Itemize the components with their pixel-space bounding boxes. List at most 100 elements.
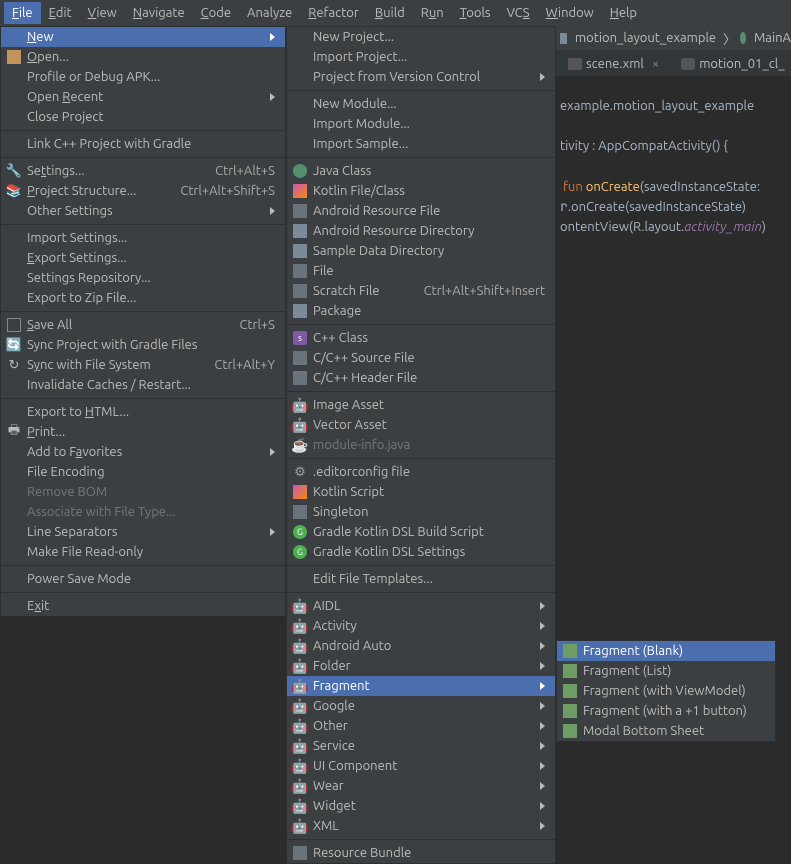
- file-settings-repo[interactable]: Settings Repository...: [1, 268, 285, 288]
- new-other[interactable]: 🤖Other: [287, 716, 555, 736]
- file-sync-gradle[interactable]: 🔄Sync Project with Gradle Files: [1, 335, 285, 355]
- file-exit[interactable]: Exit: [1, 596, 285, 616]
- new-xml[interactable]: 🤖XML: [287, 816, 555, 836]
- file-other-settings[interactable]: Other Settings: [1, 201, 285, 221]
- crumb-folder[interactable]: motion_layout_example: [575, 31, 716, 45]
- new-import-module[interactable]: Import Module...: [287, 114, 555, 134]
- close-icon[interactable]: ×: [652, 57, 659, 71]
- file-add-favorites[interactable]: Add to Favorites: [1, 442, 285, 462]
- fragment-viewmodel[interactable]: Fragment (with ViewModel): [557, 681, 775, 701]
- new-editorconfig[interactable]: ⚙.editorconfig file: [287, 462, 555, 482]
- new-kotlin-file[interactable]: Kotlin File/Class: [287, 181, 555, 201]
- android-icon: 🤖: [293, 699, 307, 713]
- android-icon: 🤖: [293, 739, 307, 753]
- new-java-class[interactable]: Java Class: [287, 161, 555, 181]
- file-export-zip[interactable]: Export to Zip File...: [1, 288, 285, 308]
- file-link-cpp[interactable]: Link C++ Project with Gradle: [1, 134, 285, 154]
- file-encoding[interactable]: File Encoding: [1, 462, 285, 482]
- new-package[interactable]: Package: [287, 301, 555, 321]
- new-cpp-header[interactable]: C/C++ Header File: [287, 368, 555, 388]
- file-print[interactable]: 🖶Print...: [1, 422, 285, 442]
- new-fragment[interactable]: 🤖Fragment: [287, 676, 555, 696]
- new-scratch[interactable]: Scratch FileCtrl+Alt+Shift+Insert: [287, 281, 555, 301]
- new-image-asset[interactable]: 🤖Image Asset: [287, 395, 555, 415]
- new-file[interactable]: File: [287, 261, 555, 281]
- new-project[interactable]: New Project...: [287, 27, 555, 47]
- file-power-save[interactable]: Power Save Mode: [1, 569, 285, 589]
- new-vector-asset[interactable]: 🤖Vector Asset: [287, 415, 555, 435]
- file-open-recent[interactable]: Open Recent: [1, 87, 285, 107]
- new-import-sample[interactable]: Import Sample...: [287, 134, 555, 154]
- new-google[interactable]: 🤖Google: [287, 696, 555, 716]
- menu-run[interactable]: Run: [413, 2, 452, 24]
- menu-vcs[interactable]: VCS: [499, 2, 538, 24]
- menu-tools[interactable]: Tools: [452, 2, 499, 24]
- code-editor[interactable]: example.motion_layout_example tivity : A…: [560, 76, 791, 237]
- new-cpp-class[interactable]: sC++ Class: [287, 328, 555, 348]
- kotlin-icon: [293, 184, 307, 198]
- fragment-plus1[interactable]: Fragment (with a +1 button): [557, 701, 775, 721]
- file-settings[interactable]: 🔧Settings...Ctrl+Alt+S: [1, 161, 285, 181]
- file-icon: [293, 505, 307, 519]
- new-android-res-dir[interactable]: Android Resource Directory: [287, 221, 555, 241]
- file-line-separators[interactable]: Line Separators: [1, 522, 285, 542]
- new-import-project[interactable]: Import Project...: [287, 47, 555, 67]
- new-kotlin-script[interactable]: Kotlin Script: [287, 482, 555, 502]
- menu-edit[interactable]: Edit: [41, 2, 80, 24]
- new-edit-templates[interactable]: Edit File Templates...: [287, 569, 555, 589]
- file-readonly[interactable]: Make File Read-only: [1, 542, 285, 562]
- new-resource-bundle[interactable]: Resource Bundle: [287, 843, 555, 863]
- file-export-settings[interactable]: Export Settings...: [1, 248, 285, 268]
- file-remove-bom: Remove BOM: [1, 482, 285, 502]
- menu-refactor[interactable]: Refactor: [300, 2, 367, 24]
- fragment-icon: [563, 724, 577, 738]
- menu-view[interactable]: View: [80, 2, 125, 24]
- new-from-vcs[interactable]: Project from Version Control: [287, 67, 555, 87]
- file-invalidate-caches[interactable]: Invalidate Caches / Restart...: [1, 375, 285, 395]
- new-cpp-source[interactable]: C/C++ Source File: [287, 348, 555, 368]
- new-widget[interactable]: 🤖Widget: [287, 796, 555, 816]
- fragment-list[interactable]: Fragment (List): [557, 661, 775, 681]
- new-sample-data-dir[interactable]: Sample Data Directory: [287, 241, 555, 261]
- file-save-all[interactable]: Save AllCtrl+S: [1, 315, 285, 335]
- new-activity[interactable]: 🤖Activity: [287, 616, 555, 636]
- file-profile-apk[interactable]: Profile or Debug APK...: [1, 67, 285, 87]
- new-service[interactable]: 🤖Service: [287, 736, 555, 756]
- menu-help[interactable]: Help: [602, 2, 645, 24]
- file-import-settings[interactable]: Import Settings...: [1, 228, 285, 248]
- android-icon: 🤖: [293, 619, 307, 633]
- new-android-res-file[interactable]: Android Resource File: [287, 201, 555, 221]
- fragment-modal-bottom[interactable]: Modal Bottom Sheet: [557, 721, 775, 741]
- new-gradle-settings[interactable]: GGradle Kotlin DSL Settings: [287, 542, 555, 562]
- file-icon: [293, 204, 307, 218]
- new-aidl[interactable]: 🤖AIDL: [287, 596, 555, 616]
- crumb-class[interactable]: MainA: [754, 31, 791, 45]
- android-icon: 🤖: [293, 679, 307, 693]
- menu-navigate[interactable]: Navigate: [125, 2, 193, 24]
- menu-analyze[interactable]: Analyze: [239, 2, 300, 24]
- new-module[interactable]: New Module...: [287, 94, 555, 114]
- fragment-blank[interactable]: Fragment (Blank): [557, 641, 775, 661]
- file-close-project[interactable]: Close Project: [1, 107, 285, 127]
- file-project-structure[interactable]: 📚Project Structure...Ctrl+Alt+Shift+S: [1, 181, 285, 201]
- sync-icon: 🔄: [7, 338, 21, 352]
- file-icon: [293, 351, 307, 365]
- menu-build[interactable]: Build: [367, 2, 413, 24]
- new-wear[interactable]: 🤖Wear: [287, 776, 555, 796]
- file-new[interactable]: New: [1, 27, 285, 47]
- android-icon: 🤖: [293, 639, 307, 653]
- menu-code[interactable]: Code: [193, 2, 239, 24]
- file-sync-fs[interactable]: ↻Sync with File SystemCtrl+Alt+Y: [1, 355, 285, 375]
- new-singleton[interactable]: Singleton: [287, 502, 555, 522]
- tab-motion[interactable]: motion_01_cl_: [673, 50, 791, 76]
- menu-file[interactable]: File: [4, 2, 41, 24]
- new-gradle-build[interactable]: GGradle Kotlin DSL Build Script: [287, 522, 555, 542]
- new-folder[interactable]: 🤖Folder: [287, 656, 555, 676]
- file-export-html[interactable]: Export to HTML...: [1, 402, 285, 422]
- new-ui-component[interactable]: 🤖UI Component: [287, 756, 555, 776]
- file-open[interactable]: Open...: [1, 47, 285, 67]
- tab-scene[interactable]: scene.xml×: [560, 50, 667, 76]
- menu-window[interactable]: Window: [538, 2, 602, 24]
- android-icon: 🤖: [293, 398, 307, 412]
- new-android-auto[interactable]: 🤖Android Auto: [287, 636, 555, 656]
